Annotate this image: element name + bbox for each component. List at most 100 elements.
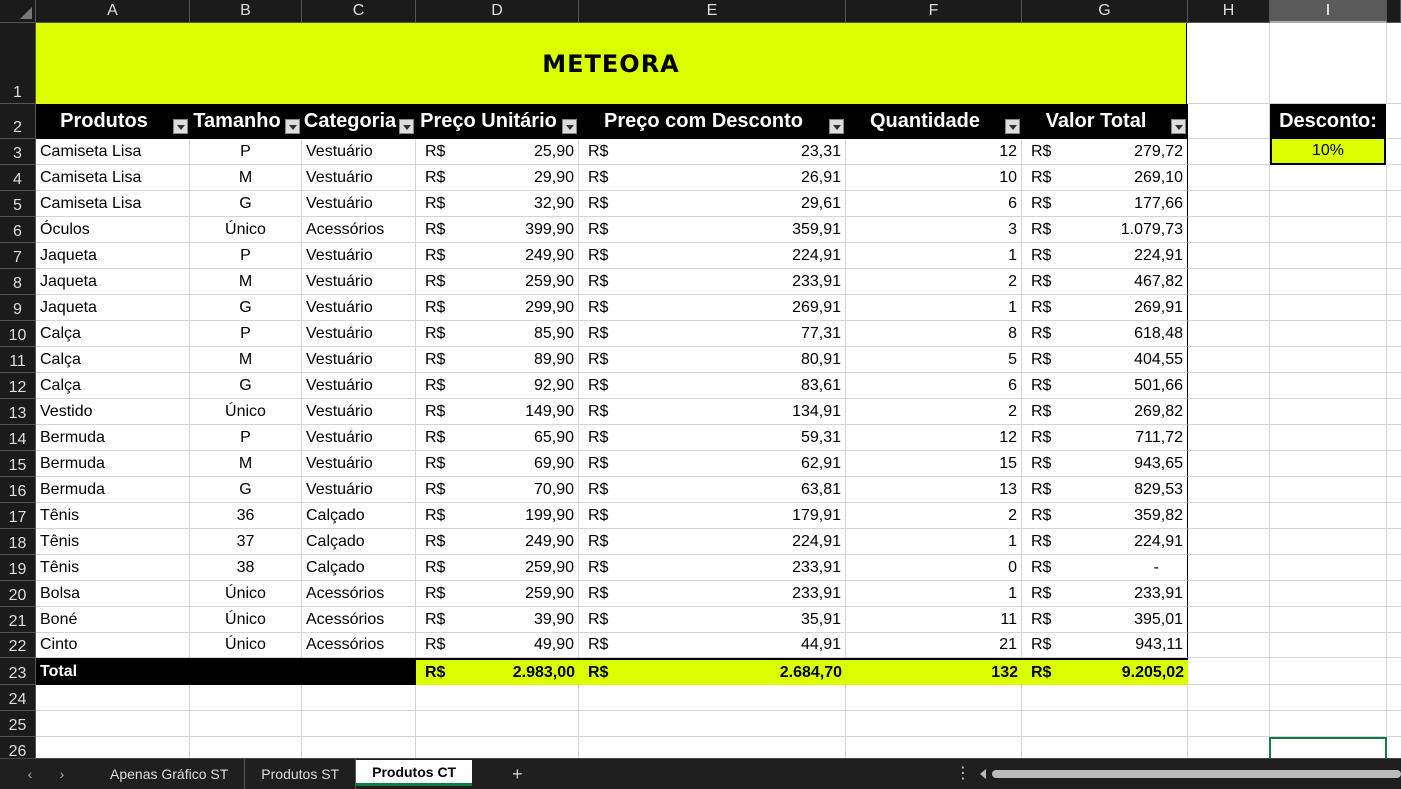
grid-cell[interactable] [1188,633,1270,658]
grid-cell[interactable] [1188,685,1270,711]
cell-tamanho[interactable]: G [190,477,302,503]
cell-produto[interactable]: Calça [36,321,190,347]
cell-produto[interactable]: Bermuda [36,451,190,477]
filter-dropdown-valor-total[interactable] [1171,119,1186,134]
cell-produto[interactable]: Camiseta Lisa [36,165,190,191]
grid-cell[interactable] [1022,711,1188,737]
filter-dropdown-produtos[interactable] [173,119,188,134]
grid-cell[interactable] [1387,477,1401,503]
grid-cell[interactable] [1387,347,1401,373]
cell-preco-unitario[interactable]: R$ 259,90 [416,269,579,295]
cell-tamanho[interactable]: Único [190,399,302,425]
row-header-13[interactable]: 13 [0,399,36,425]
cell-tamanho[interactable]: Único [190,607,302,633]
grid-cell[interactable] [302,685,416,711]
grid-cell[interactable] [1188,425,1270,451]
row-header-25[interactable]: 25 [0,711,36,737]
grid-cell[interactable] [1387,399,1401,425]
grid-cell[interactable] [416,711,579,737]
cell-preco-desconto[interactable]: R$ 179,91 [579,503,846,529]
cell-produto[interactable]: Jaqueta [36,295,190,321]
cell-tamanho[interactable]: 37 [190,529,302,555]
grid-cell[interactable] [1188,399,1270,425]
column-header-d[interactable]: D [416,0,579,23]
cell-categoria[interactable]: Acessórios [302,607,416,633]
cell-produto[interactable]: Bolsa [36,581,190,607]
filter-dropdown-categoria[interactable] [399,119,414,134]
cell-preco-unitario[interactable]: R$ 259,90 [416,555,579,581]
cell-tamanho[interactable]: G [190,295,302,321]
grid-cell[interactable] [190,685,302,711]
filter-dropdown-tamanho[interactable] [285,119,300,134]
scroll-left-icon[interactable] [980,769,986,779]
column-header-b[interactable]: B [190,0,302,23]
grid-cell[interactable] [1188,269,1270,295]
horizontal-scrollbar[interactable] [980,769,1401,779]
cell-preco-unitario[interactable]: R$ 49,90 [416,633,579,658]
grid-cell[interactable] [1188,295,1270,321]
cell-preco-unitario[interactable]: R$ 249,90 [416,529,579,555]
row-header-10[interactable]: 10 [0,321,36,347]
cell-valor-total[interactable]: R$ 269,10 [1022,165,1188,191]
cell-produto[interactable]: Calça [36,373,190,399]
prev-sheet-icon[interactable]: ‹ [14,766,46,782]
cell-valor-total[interactable]: R$ 943,65 [1022,451,1188,477]
row-header-23[interactable]: 23 [0,658,36,685]
grid-cell[interactable] [1270,269,1387,295]
cell-tamanho[interactable]: 36 [190,503,302,529]
cell-valor-total[interactable]: R$ 829,53 [1022,477,1188,503]
cell-valor-total[interactable]: R$ 177,66 [1022,191,1188,217]
grid-cell[interactable] [1188,243,1270,269]
grid-cell[interactable] [846,711,1022,737]
grid-cell[interactable] [1270,529,1387,555]
add-sheet-icon[interactable]: + [512,764,523,785]
grid-cell[interactable] [1270,399,1387,425]
grid-cell[interactable] [416,685,579,711]
grid-cell[interactable] [1387,165,1401,191]
grid-cell[interactable] [1270,191,1387,217]
total-quantidade[interactable]: 132 [846,658,1022,685]
cell-tamanho[interactable]: G [190,191,302,217]
row-header-3[interactable]: 3 [0,139,36,165]
grid-cell[interactable] [1387,243,1401,269]
grid-cell[interactable] [1270,243,1387,269]
row-header-7[interactable]: 7 [0,243,36,269]
grid-cell[interactable] [1188,658,1270,685]
grid-cell[interactable] [190,737,302,758]
grid-cell[interactable] [1270,581,1387,607]
cell-valor-total[interactable]: R$ 269,91 [1022,295,1188,321]
cell-tamanho[interactable]: 38 [190,555,302,581]
grid-cell[interactable] [1387,269,1401,295]
grid-cell[interactable] [190,711,302,737]
row-header-1[interactable]: 1 [0,23,36,104]
cell-quantidade[interactable]: 13 [846,477,1022,503]
cell-preco-desconto[interactable]: R$ 44,91 [579,633,846,658]
grid-cell[interactable] [416,737,579,758]
row-header-5[interactable]: 5 [0,191,36,217]
grid-cell[interactable] [1188,737,1270,758]
grid-cell[interactable] [1022,737,1188,758]
cell-preco-unitario[interactable]: R$ 85,90 [416,321,579,347]
column-header-i[interactable]: I [1270,0,1387,23]
total-preco-desconto[interactable]: R$ 2.684,70 [579,658,846,685]
cell-tamanho[interactable]: M [190,165,302,191]
grid-cell[interactable] [1270,477,1387,503]
cell-produto[interactable]: Camiseta Lisa [36,191,190,217]
cell-preco-desconto[interactable]: R$ 59,31 [579,425,846,451]
cell-produto[interactable]: Camiseta Lisa [36,139,190,165]
scrollbar-thumb[interactable] [992,770,1401,778]
cell-categoria[interactable]: Vestuário [302,347,416,373]
grid-cell[interactable] [1022,685,1188,711]
cell-tamanho[interactable]: M [190,269,302,295]
cell-valor-total[interactable]: R$ - [1022,555,1188,581]
grid-cell[interactable] [1188,477,1270,503]
filter-dropdown-quantidade[interactable] [1005,119,1020,134]
row-header-2[interactable]: 2 [0,104,36,139]
cell-preco-unitario[interactable]: R$ 199,90 [416,503,579,529]
cell-quantidade[interactable]: 2 [846,399,1022,425]
cell-valor-total[interactable]: R$ 467,82 [1022,269,1188,295]
cell-tamanho[interactable]: M [190,347,302,373]
cell-preco-unitario[interactable]: R$ 70,90 [416,477,579,503]
cell-categoria[interactable]: Vestuário [302,139,416,165]
cell-quantidade[interactable]: 15 [846,451,1022,477]
